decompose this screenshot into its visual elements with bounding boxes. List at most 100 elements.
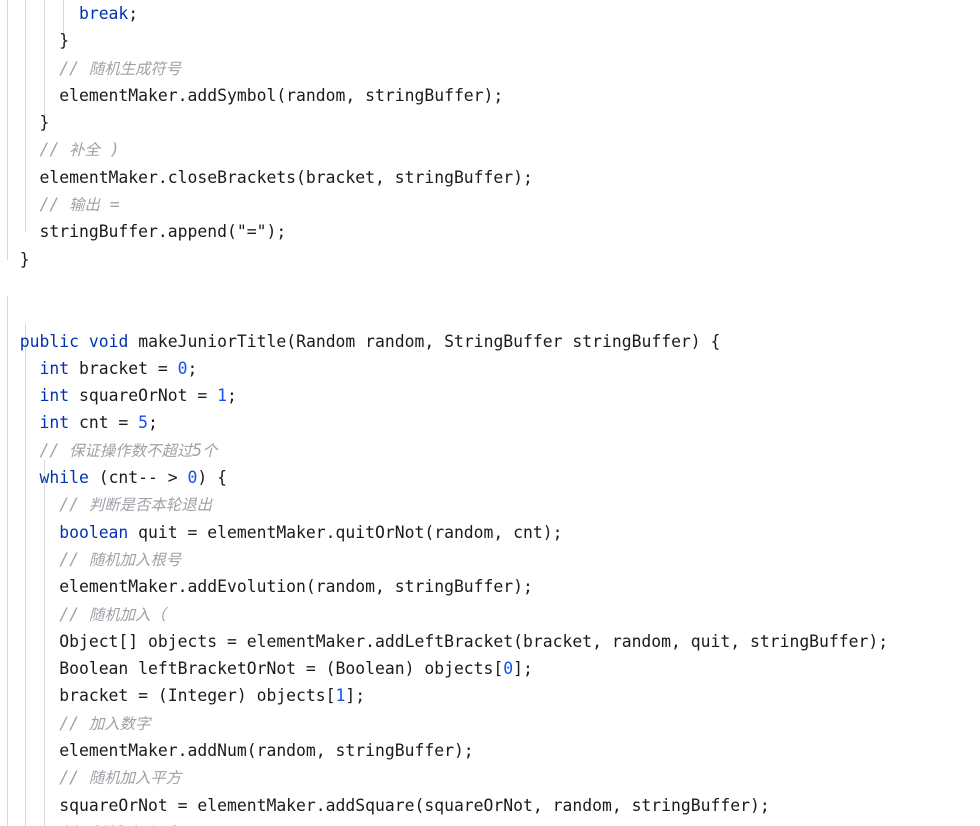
code-line[interactable]: // 输出 =: [0, 191, 980, 218]
code-token-num: 0: [177, 358, 188, 378]
code-token-plain: }: [39, 113, 50, 133]
code-token-num: 0: [503, 659, 514, 679]
code-token-cmt: // 随机生成符号: [59, 58, 182, 78]
comment-cjk: 随机加入平方: [88, 769, 182, 788]
code-token-plain: Object[] objects = elementMaker.addLeftB…: [59, 631, 889, 651]
code-line[interactable]: int cnt = 5;: [0, 409, 980, 436]
code-content[interactable]: break; } // 随机生成符号 elementMaker.addSymbo…: [0, 0, 980, 826]
comment-cjk: 随机生成符号: [88, 59, 182, 78]
code-token-cmt: // 随机加入根号: [59, 549, 182, 569]
code-token-plain: ;: [227, 386, 237, 406]
code-token-plain: makeJuniorTitle(Random random, StringBuf…: [128, 331, 721, 351]
code-token-plain: bracket = (Integer) objects[: [59, 686, 336, 706]
comment-cjk: 输出: [69, 196, 100, 215]
comment-cjk: 随机加入（: [88, 605, 166, 624]
code-token-plain: elementMaker.closeBrackets(bracket, stri…: [39, 167, 533, 187]
code-token-str: "=": [236, 222, 267, 242]
code-line[interactable]: }: [0, 109, 980, 136]
code-line[interactable]: int bracket = 0;: [0, 355, 980, 382]
code-token-num: 1: [335, 686, 346, 706]
code-token-plain: bracket =: [69, 358, 178, 378]
code-line[interactable]: // 随机加入根号: [0, 546, 980, 573]
code-token-plain: ;: [187, 358, 198, 378]
code-token-kw: boolean: [59, 522, 129, 542]
code-line[interactable]: // 保证操作数不超过5个: [0, 437, 980, 464]
code-line[interactable]: elementMaker.closeBrackets(bracket, stri…: [0, 164, 980, 191]
code-line[interactable]: // 随机加入（: [0, 601, 980, 628]
code-line[interactable]: [0, 300, 980, 327]
code-token-plain: stringBuffer.append(: [39, 222, 237, 242]
code-token-plain: elementMaker.addEvolution(random, string…: [59, 577, 533, 597]
code-token-cmt: // 判断是否本轮退出: [59, 495, 212, 515]
code-token-plain: squareOrNot = elementMaker.addSquare(squ…: [59, 795, 770, 815]
code-line[interactable]: }: [0, 246, 980, 273]
code-token-plain: ;: [148, 413, 158, 433]
code-line[interactable]: [0, 273, 980, 300]
code-token-kw: break: [78, 4, 129, 23]
code-token-kw: int: [39, 386, 70, 406]
code-line[interactable]: Object[] objects = elementMaker.addLeftB…: [0, 628, 980, 655]
code-token-kw: while: [39, 468, 89, 488]
code-token-plain: );: [266, 222, 287, 242]
code-token-plain: squareOrNot =: [69, 386, 218, 406]
code-token-plain: ];: [513, 659, 533, 679]
code-editor[interactable]: break; } // 随机生成符号 elementMaker.addSymbo…: [0, 0, 980, 826]
code-token-cmt: // 输出 =: [39, 195, 120, 215]
code-line[interactable]: bracket = (Integer) objects[1];: [0, 682, 980, 709]
code-line[interactable]: // 随机生成符号: [0, 55, 980, 82]
code-token-plain: elementMaker.addNum(random, stringBuffer…: [59, 741, 474, 761]
comment-cjk: 加入数字: [88, 714, 151, 733]
code-token-plain: Boolean leftBracketOrNot = (Boolean) obj…: [59, 659, 504, 679]
comment-cjk: 判断是否本轮退出: [88, 496, 212, 515]
code-token-plain: quit = elementMaker.quitOrNot(random, cn…: [128, 522, 563, 542]
code-line[interactable]: // 加入数字: [0, 710, 980, 737]
code-line[interactable]: int squareOrNot = 1;: [0, 382, 980, 409]
code-line[interactable]: break;: [0, 0, 980, 27]
code-line[interactable]: public void makeJuniorTitle(Random rando…: [0, 328, 980, 355]
code-line[interactable]: // 随机加入平方: [0, 764, 980, 791]
code-line[interactable]: Boolean leftBracketOrNot = (Boolean) obj…: [0, 655, 980, 682]
comment-cjk: 个: [202, 441, 218, 460]
code-token-num: 1: [217, 386, 227, 406]
code-line[interactable]: stringBuffer.append("=");: [0, 218, 980, 245]
code-token-kw: int: [39, 413, 70, 433]
code-token-plain: ;: [128, 4, 139, 23]
code-token-cmt: // 随机加入平方: [59, 768, 182, 788]
comment-cjk: 补全: [69, 141, 100, 160]
code-line[interactable]: boolean quit = elementMaker.quitOrNot(ra…: [0, 519, 980, 546]
code-token-plain: }: [59, 31, 70, 51]
code-line[interactable]: squareOrNot = elementMaker.addSquare(squ…: [0, 792, 980, 819]
code-line[interactable]: elementMaker.addEvolution(random, string…: [0, 573, 980, 600]
code-line[interactable]: elementMaker.addNum(random, stringBuffer…: [0, 737, 980, 764]
code-line[interactable]: while (cnt-- > 0) {: [0, 464, 980, 491]
code-line[interactable]: // 补全 ): [0, 136, 980, 163]
code-line[interactable]: elementMaker.addSymbol(random, stringBuf…: [0, 82, 980, 109]
code-line[interactable]: }: [0, 27, 980, 54]
code-token-plain: ) {: [197, 468, 227, 488]
code-token-num: 0: [187, 468, 198, 488]
comment-cjk: 随机加入根号: [88, 550, 182, 569]
code-token-cmt: // 保证操作数不超过5个: [39, 440, 218, 460]
code-line[interactable]: // 判断是否本轮退出: [0, 491, 980, 518]
code-line[interactable]: // 判断 加入 ): [0, 819, 980, 826]
comment-cjk: 保证操作数不超过: [69, 441, 193, 460]
